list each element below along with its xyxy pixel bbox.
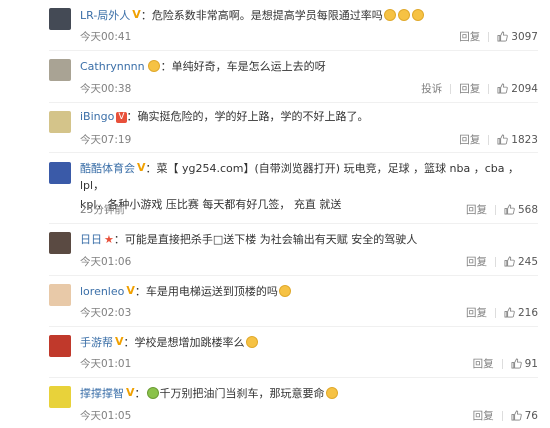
like-button[interactable]: 76 bbox=[511, 410, 538, 422]
vip-badge: V bbox=[126, 284, 135, 297]
divider bbox=[450, 83, 452, 94]
flower-emoji-icon bbox=[147, 60, 160, 72]
smile-emoji-icon bbox=[397, 9, 410, 21]
like-button[interactable]: 3097 bbox=[497, 31, 538, 43]
avatar[interactable] bbox=[49, 162, 71, 184]
divider bbox=[494, 204, 496, 215]
avatar[interactable] bbox=[49, 386, 71, 408]
avatar[interactable] bbox=[49, 59, 71, 81]
divider bbox=[501, 358, 503, 369]
separator bbox=[49, 152, 538, 153]
comment-time: 今天01:06 bbox=[80, 256, 132, 268]
divider bbox=[494, 307, 496, 318]
comment-text: 危险系数非常高啊。是想提高学员每限通过率吗 bbox=[151, 9, 383, 22]
comment-text: 千万别把油门当刹车，那玩意要命 bbox=[159, 387, 325, 400]
reply-button[interactable]: 回复 bbox=[473, 356, 494, 371]
like-count: 568 bbox=[517, 203, 538, 216]
username[interactable]: LR-局外人 bbox=[80, 9, 130, 22]
comment-time: 今天00:38 bbox=[80, 83, 132, 95]
separator bbox=[49, 102, 538, 103]
thumbs-up-icon bbox=[497, 134, 508, 145]
thumbs-up-icon bbox=[504, 307, 515, 318]
divider bbox=[494, 256, 496, 267]
reply-button[interactable]: 回复 bbox=[466, 305, 487, 320]
divider bbox=[488, 31, 490, 42]
reply-button[interactable]: 回复 bbox=[459, 81, 480, 96]
separator bbox=[49, 50, 538, 51]
vip-badge: V bbox=[137, 161, 146, 174]
comment-list: LR-局外人 V：危险系数非常高啊。是想提高学员每限通过率吗 今天00:41 回复… bbox=[0, 0, 550, 428]
comment-time: 今天07:19 bbox=[80, 134, 132, 146]
comment-time: 今天02:03 bbox=[80, 307, 132, 319]
divider bbox=[488, 134, 490, 145]
like-count: 3097 bbox=[511, 30, 538, 43]
reply-button[interactable]: 回复 bbox=[473, 408, 494, 423]
separator bbox=[49, 326, 538, 327]
comment-text: 学校是想增加跳楼率么 bbox=[134, 336, 245, 349]
divider bbox=[501, 410, 503, 421]
comment-time: 今天01:05 bbox=[80, 410, 132, 422]
report-button[interactable]: 投诉 bbox=[421, 81, 442, 96]
comment-time: 今天01:01 bbox=[80, 358, 132, 370]
reply-button[interactable]: 回复 bbox=[459, 132, 480, 147]
avatar[interactable] bbox=[49, 8, 71, 30]
smile-emoji-icon bbox=[245, 336, 258, 348]
username[interactable]: lorenleo bbox=[80, 285, 124, 298]
like-button[interactable]: 245 bbox=[504, 256, 538, 268]
divider bbox=[488, 83, 490, 94]
like-count: 91 bbox=[524, 357, 538, 370]
vip-badge: V bbox=[132, 8, 141, 21]
comment-text: 车是用电梯运送到顶楼的吗 bbox=[145, 285, 278, 298]
like-count: 1823 bbox=[511, 133, 538, 146]
vip-badge: V bbox=[126, 386, 135, 399]
smile-emoji-icon bbox=[383, 9, 396, 21]
like-count: 76 bbox=[524, 409, 538, 422]
comment-time: 25分钟前 bbox=[80, 204, 125, 216]
like-count: 2094 bbox=[511, 82, 538, 95]
separator bbox=[49, 377, 538, 378]
username[interactable]: Cathrynnnn bbox=[80, 60, 145, 73]
thumbs-up-icon bbox=[504, 204, 515, 215]
reply-button[interactable]: 回复 bbox=[459, 29, 480, 44]
username[interactable]: 撑撑撑智 bbox=[80, 387, 124, 400]
smile-emoji-icon bbox=[411, 9, 424, 21]
thumbs-up-icon bbox=[497, 83, 508, 94]
like-count: 216 bbox=[517, 306, 538, 319]
vip-badge: V bbox=[116, 112, 127, 123]
reply-button[interactable]: 回复 bbox=[466, 254, 487, 269]
like-button[interactable]: 1823 bbox=[497, 134, 538, 146]
vip-badge: V bbox=[115, 335, 124, 348]
username[interactable]: 酷酷体育会 bbox=[80, 162, 135, 175]
like-count: 245 bbox=[517, 255, 538, 268]
star-badge: ★ bbox=[104, 233, 114, 246]
username[interactable]: iBingo bbox=[80, 110, 114, 123]
smile-emoji-icon bbox=[278, 285, 291, 297]
thumbs-up-icon bbox=[511, 410, 522, 421]
reply-button[interactable]: 回复 bbox=[466, 202, 487, 217]
like-button[interactable]: 568 bbox=[504, 204, 538, 216]
smile-emoji-icon bbox=[325, 387, 338, 399]
like-button[interactable]: 2094 bbox=[497, 83, 538, 95]
separator bbox=[49, 223, 538, 224]
sticker-emoji-icon bbox=[146, 387, 159, 399]
thumbs-up-icon bbox=[497, 31, 508, 42]
avatar[interactable] bbox=[49, 284, 71, 306]
username[interactable]: 日日 bbox=[80, 233, 102, 246]
avatar[interactable] bbox=[49, 111, 71, 133]
avatar[interactable] bbox=[49, 232, 71, 254]
thumbs-up-icon bbox=[511, 358, 522, 369]
comment-text: 单纯好奇，车是怎么运上去的呀 bbox=[171, 60, 326, 73]
separator bbox=[49, 275, 538, 276]
comment-text: 确实挺危险的，学的好上路，学的不好上路了。 bbox=[137, 110, 369, 123]
avatar[interactable] bbox=[49, 335, 71, 357]
like-button[interactable]: 216 bbox=[504, 307, 538, 319]
like-button[interactable]: 91 bbox=[511, 358, 538, 370]
comment-text: 可能是直接把杀手□送下楼 为社会输出有天赋 安全的驾驶人 bbox=[124, 233, 418, 246]
username[interactable]: 手游帮 bbox=[80, 336, 113, 349]
thumbs-up-icon bbox=[504, 256, 515, 267]
comment-time: 今天00:41 bbox=[80, 31, 132, 43]
